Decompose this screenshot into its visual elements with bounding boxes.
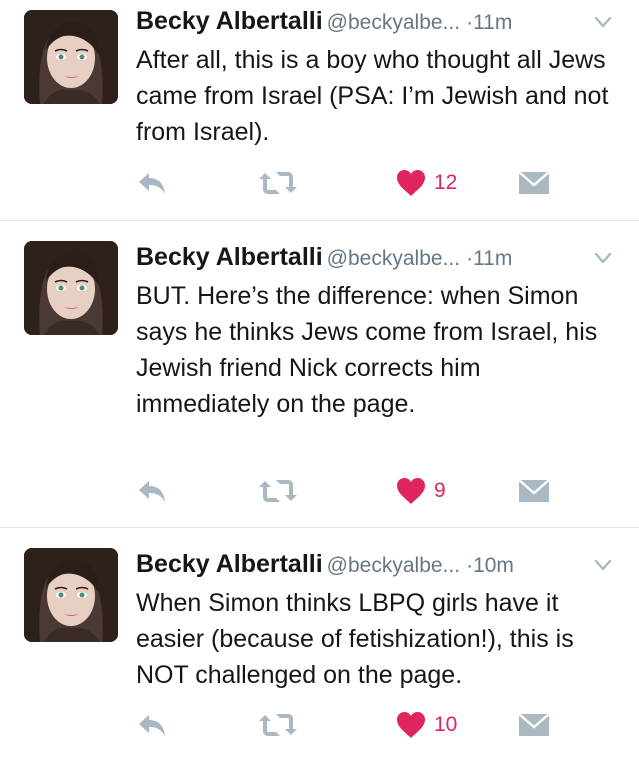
- tweet-header: Becky Albertalli @beckyalbe... ·11m: [136, 242, 615, 272]
- retweet-button[interactable]: [258, 471, 298, 511]
- author-handle[interactable]: @beckyalbe...: [327, 554, 460, 577]
- chevron-down-icon[interactable]: [593, 555, 613, 575]
- chevron-down-icon[interactable]: [593, 12, 613, 32]
- tweet-header: Becky Albertalli @beckyalbe... ·11m: [136, 6, 615, 36]
- author-handle[interactable]: @beckyalbe...: [327, 247, 460, 270]
- retweet-button[interactable]: [258, 705, 298, 745]
- tweet[interactable]: Becky Albertalli @beckyalbe... ·11m BUT. H…: [0, 221, 639, 527]
- direct-message-icon: [518, 170, 550, 196]
- heart-icon: [396, 477, 426, 505]
- reply-icon: [136, 169, 168, 197]
- avatar[interactable]: [24, 241, 118, 335]
- reply-icon: [136, 477, 168, 505]
- author-name[interactable]: Becky Albertalli: [136, 243, 323, 271]
- separator-dot: ·: [466, 554, 474, 577]
- reply-icon: [136, 711, 168, 739]
- like-button[interactable]: 12: [396, 163, 457, 203]
- avatar[interactable]: [24, 548, 118, 642]
- direct-message-button[interactable]: [518, 471, 550, 511]
- like-button[interactable]: 10: [396, 705, 457, 745]
- like-count: 9: [434, 479, 446, 502]
- tweet[interactable]: Becky Albertalli @beckyalbe... ·10m When S…: [0, 528, 639, 759]
- timestamp[interactable]: 10m: [473, 554, 514, 577]
- author-handle[interactable]: @beckyalbe...: [327, 11, 460, 34]
- retweet-icon: [258, 477, 298, 505]
- direct-message-icon: [518, 478, 550, 504]
- direct-message-button[interactable]: [518, 163, 550, 203]
- reply-button[interactable]: [136, 163, 168, 203]
- separator-dot: ·: [466, 11, 474, 34]
- author-name[interactable]: Becky Albertalli: [136, 7, 323, 35]
- avatar[interactable]: [24, 10, 118, 104]
- separator-dot: ·: [466, 247, 474, 270]
- reply-button[interactable]: [136, 705, 168, 745]
- heart-icon: [396, 169, 426, 197]
- tweet-text: BUT. Here’s the difference: when Simon s…: [136, 282, 598, 418]
- chevron-down-icon[interactable]: [593, 248, 613, 268]
- reply-button[interactable]: [136, 471, 168, 511]
- heart-icon: [396, 711, 426, 739]
- like-count: 10: [434, 713, 458, 736]
- author-name[interactable]: Becky Albertalli: [136, 550, 323, 578]
- tweet-actions: 10: [0, 705, 639, 745]
- tweet-feed: Becky Albertalli @beckyalbe... ·11m After …: [0, 0, 639, 759]
- direct-message-icon: [518, 712, 550, 738]
- retweet-icon: [258, 169, 298, 197]
- retweet-button[interactable]: [258, 163, 298, 203]
- timestamp[interactable]: 11m: [473, 11, 512, 34]
- tweet-text: When Simon thinks LBPQ girls have it eas…: [136, 589, 574, 689]
- tweet-actions: 9: [0, 471, 639, 511]
- tweet-actions: 12: [0, 163, 639, 203]
- like-button[interactable]: 9: [396, 471, 446, 511]
- like-count: 12: [434, 171, 458, 194]
- timestamp[interactable]: 11m: [473, 247, 512, 270]
- retweet-icon: [258, 711, 298, 739]
- direct-message-button[interactable]: [518, 705, 550, 745]
- tweet-header: Becky Albertalli @beckyalbe... ·10m: [136, 549, 615, 579]
- tweet[interactable]: Becky Albertalli @beckyalbe... ·11m After …: [0, 0, 639, 220]
- tweet-text: After all, this is a boy who thought all…: [136, 46, 609, 146]
